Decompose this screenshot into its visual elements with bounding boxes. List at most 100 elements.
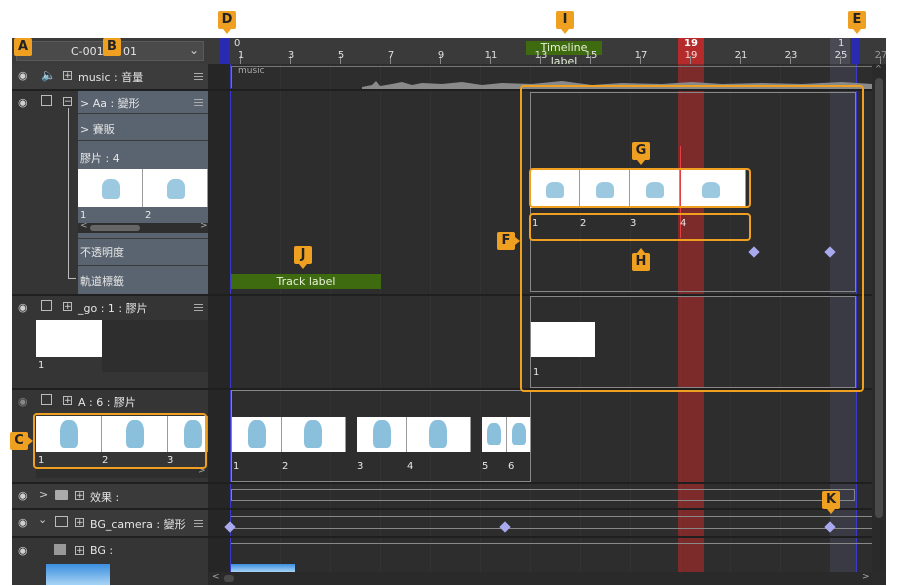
cel-scrollbar[interactable]: < > — [78, 221, 208, 233]
eye-icon[interactable]: ◉ — [18, 544, 28, 557]
track-cel-number: 3 — [357, 461, 364, 472]
tree-line — [68, 278, 76, 279]
cel-thumbnail[interactable] — [232, 417, 282, 452]
expand-icon[interactable]: + — [63, 396, 72, 406]
tick-label: 9 — [437, 50, 445, 61]
eye-icon[interactable]: ◉ — [18, 489, 28, 502]
start-marker-label: 0 — [234, 38, 241, 49]
frame-ruler[interactable]: 0 19 1 Timeline label 1 3 5 7 9 11 13 15… — [208, 38, 886, 68]
cel-thumbnail[interactable] — [78, 169, 143, 207]
current-frame-label: 19 — [684, 38, 698, 49]
chevron-down-icon: ⌄ — [189, 43, 200, 57]
tick-label: 7 — [387, 50, 395, 61]
expand-icon[interactable]: + — [63, 302, 72, 312]
layer-row-effect[interactable]: ◉ > + 效果 : — [12, 484, 208, 508]
menu-icon[interactable] — [194, 99, 203, 106]
eye-icon[interactable]: ◉ — [18, 395, 28, 408]
cel-thumbnail[interactable] — [36, 320, 102, 357]
expand-icon[interactable]: + — [75, 491, 84, 501]
tick-label: 17 — [634, 50, 648, 61]
cel-thumbnail[interactable] — [357, 417, 407, 452]
eye-icon[interactable]: ◉ — [18, 516, 28, 529]
vertical-scrollbar[interactable]: ^ — [872, 64, 886, 572]
tick-label: 1 — [237, 50, 245, 61]
chevron-down-icon[interactable]: ⌄ — [38, 513, 47, 526]
track-tag-label[interactable]: 軌道標籤 — [80, 273, 124, 289]
layer-name[interactable]: 效果 : — [90, 489, 119, 505]
bg-camera-track[interactable] — [231, 516, 886, 529]
menu-icon[interactable] — [194, 73, 203, 80]
menu-icon[interactable] — [194, 304, 203, 311]
layer-name[interactable]: BG : — [90, 544, 113, 557]
layer-row-go[interactable]: ◉ + _go : 1 : 膠片 1 — [12, 296, 208, 388]
callout-k: K — [822, 491, 840, 514]
menu-icon[interactable] — [194, 520, 203, 527]
tick-label: 25 — [834, 50, 848, 61]
eye-icon[interactable]: ◉ — [18, 301, 28, 314]
callout-d: D — [218, 11, 236, 34]
layer-folder-icon — [41, 300, 52, 311]
expand-icon[interactable]: + — [75, 546, 84, 556]
track-cel-number: 5 — [482, 461, 489, 472]
folder-icon — [55, 490, 68, 500]
cel-number: 1 — [80, 210, 87, 221]
layer-folder-icon — [41, 95, 52, 106]
tick-label: 15 — [584, 50, 598, 61]
tick-label: 23 — [784, 50, 798, 61]
layer-name[interactable]: music : 音量 — [78, 69, 143, 85]
callout-b: B — [103, 38, 121, 56]
timeline-selector-text: C-001 — [71, 45, 104, 58]
layer-name[interactable]: > Aa : 變形 — [80, 95, 140, 111]
callout-a: A — [14, 38, 32, 56]
speaker-icon: 🔈 — [41, 68, 56, 82]
expand-icon[interactable]: + — [63, 71, 72, 81]
layer-name[interactable]: A : 6 : 膠片 — [78, 394, 136, 410]
layer-row-bg-camera[interactable]: ◉ ⌄ + BG_camera : 變形 — [12, 510, 208, 536]
chevron-right-icon[interactable]: > — [39, 488, 48, 501]
music-wave-label: music — [238, 66, 265, 76]
tick-label: 27 — [874, 50, 886, 61]
cel-thumbnail[interactable] — [143, 169, 208, 207]
tick-label: 19 — [684, 50, 698, 61]
cel-thumbnail[interactable] — [507, 417, 531, 452]
cel-thumbnail[interactable] — [407, 417, 471, 452]
timeline-selector-suffix: 01 — [123, 45, 137, 58]
cel-thumbnail[interactable] — [482, 417, 507, 452]
bg-thumbnail[interactable] — [46, 564, 110, 585]
track-cel-number: 4 — [407, 461, 414, 472]
track-cel-number: 1 — [233, 461, 240, 472]
tick-label: 21 — [734, 50, 748, 61]
collapse-icon[interactable]: − — [63, 97, 72, 107]
callout-g: G — [632, 142, 650, 165]
callout-h: H — [632, 248, 650, 271]
annotation-box-h — [529, 213, 751, 241]
effect-track[interactable] — [231, 489, 855, 501]
cel-number: 1 — [38, 360, 45, 371]
eye-icon[interactable]: ◉ — [18, 96, 28, 109]
callout-c: C — [10, 432, 33, 450]
callout-i: I — [556, 11, 574, 34]
layer-row-music[interactable]: ◉ 🔈 + music : 音量 — [12, 64, 208, 89]
end-frame-label: 1 — [838, 38, 845, 49]
track-label[interactable]: Track label — [231, 274, 381, 289]
eye-icon[interactable]: ◉ — [18, 69, 28, 82]
callout-e: E — [848, 11, 866, 34]
cels-label: 膠片 : 4 — [80, 152, 120, 165]
layer-name-text: Aa : 變形 — [92, 97, 140, 110]
layer-name[interactable]: BG_camera : 變形 — [90, 516, 186, 532]
a-track-block[interactable]: 1 2 3 4 5 6 — [231, 390, 531, 482]
bg-track-thumb[interactable] — [231, 564, 295, 572]
opacity-label[interactable]: 不透明度 — [80, 244, 124, 260]
layer-row-bg[interactable]: ◉ + BG : — [12, 538, 208, 585]
cel-thumbnail[interactable] — [282, 417, 346, 452]
layer-folder-icon — [41, 394, 52, 405]
layer-gutter — [208, 64, 230, 585]
cel-scrollbar[interactable]: > — [36, 466, 208, 478]
track-cel-number: 6 — [508, 461, 515, 472]
tick-label: 11 — [484, 50, 498, 61]
horizontal-scrollbar[interactable]: < > — [208, 572, 872, 585]
annotation-box-g — [529, 168, 751, 208]
expand-icon[interactable]: + — [75, 518, 84, 528]
sub-item-label[interactable]: > 賽販 — [80, 121, 115, 137]
layer-name[interactable]: _go : 1 : 膠片 — [78, 300, 148, 316]
